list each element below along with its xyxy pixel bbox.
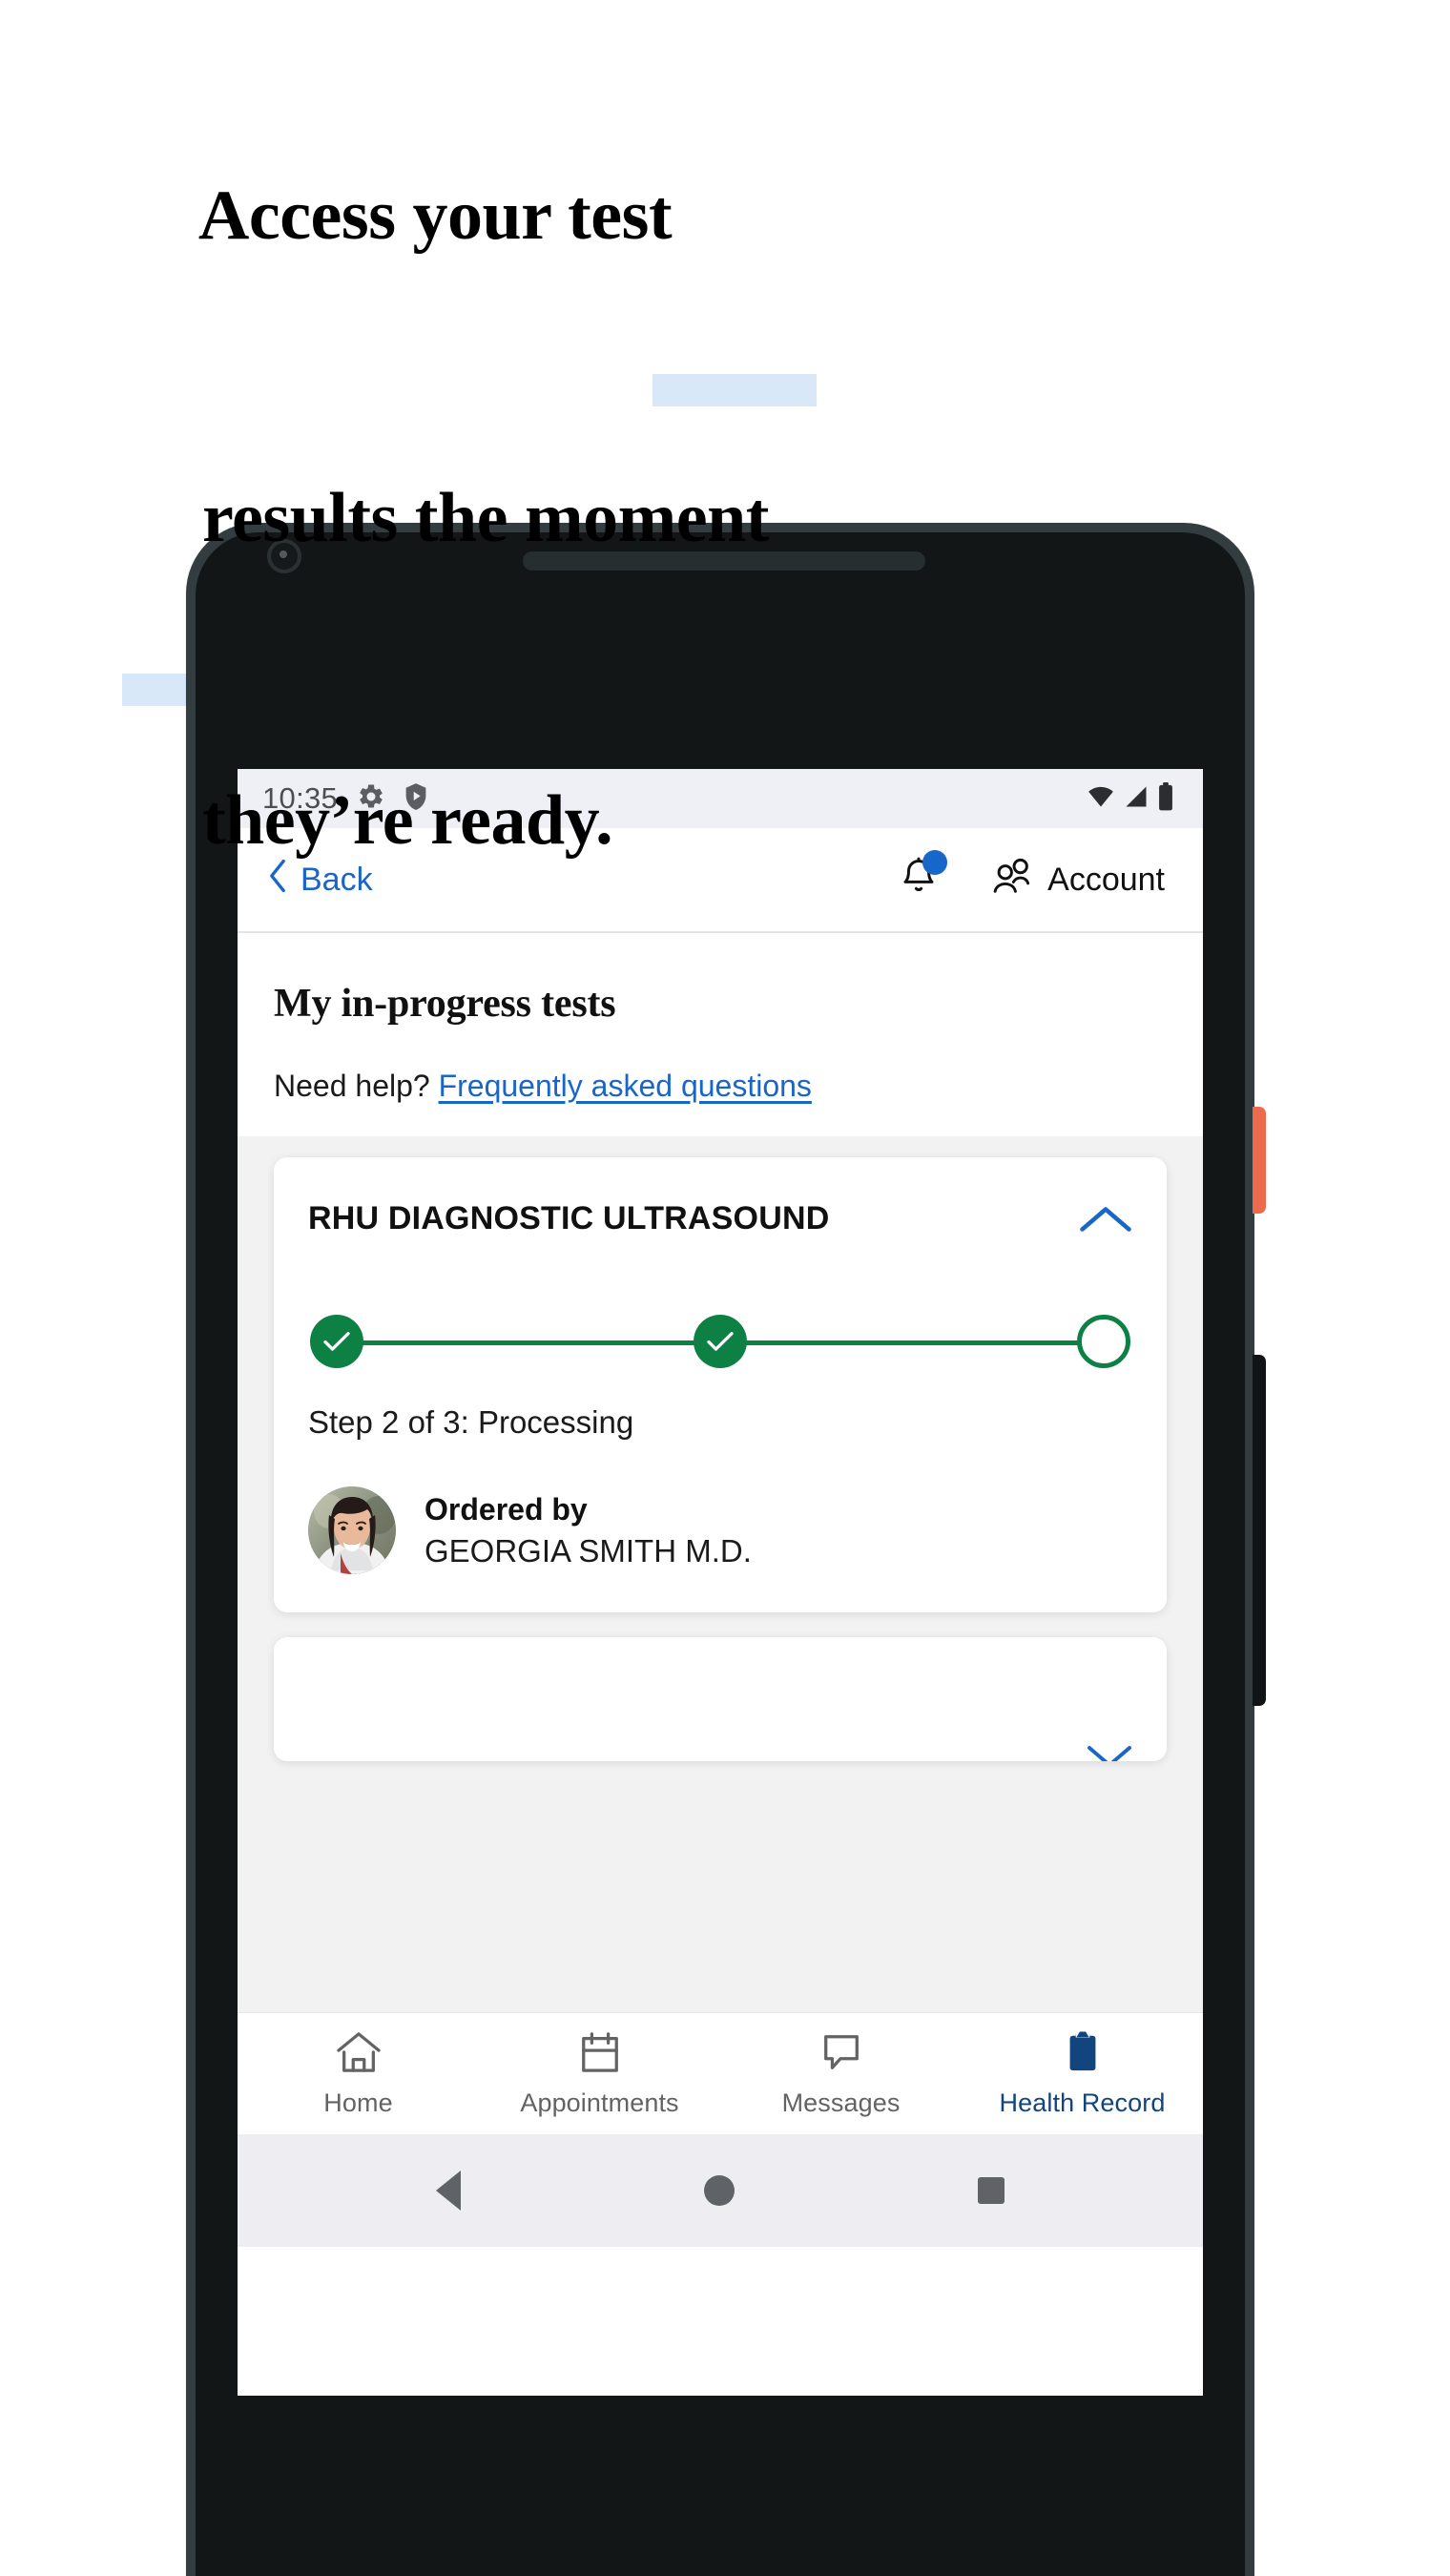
doctor-avatar [308,1486,396,1575]
message-bubble-icon [818,2030,864,2079]
tab-messages-label: Messages [781,2088,901,2117]
battery-icon [1157,781,1174,816]
headline-line-1: Access your test [197,177,673,256]
wifi-icon [1087,783,1115,815]
tab-health-record-label: Health Record [999,2088,1166,2117]
back-button-label: Back [300,861,373,898]
power-button[interactable] [1253,1107,1266,1214]
account-button[interactable]: Account [990,857,1165,904]
progress-stepper [310,1311,1130,1372]
bottom-tab-bar: Home Appointments Messages Health Record [238,2012,1203,2134]
test-card-title: RHU DIAGNOSTIC ULTRASOUND [308,1200,830,1236]
square-recents-icon[interactable] [978,2177,1005,2204]
triangle-back-icon[interactable] [435,2171,461,2211]
volume-button[interactable] [1253,1355,1266,1706]
check-icon [706,1330,735,1358]
people-icon [990,857,1036,904]
home-icon [335,2030,383,2079]
notification-badge [922,849,948,875]
need-help-text: Need help? [274,1069,439,1103]
cellular-signal-icon [1123,783,1150,815]
android-system-nav [238,2134,1203,2247]
need-help-line: Need help? Frequently asked questions [274,1069,1167,1104]
test-card[interactable]: RHU DIAGNOSTIC ULTRASOUND Step 2 of 3: P… [274,1157,1167,1613]
bell-icon [899,857,939,904]
phone-screen: 10:35 Back Account My in-progress tests … [238,769,1203,2396]
circle-home-icon[interactable] [703,2175,735,2206]
doctor-name: GEORGIA SMITH M.D. [425,1532,752,1568]
stepper-step-3 [1077,1315,1130,1369]
test-card-next[interactable] [274,1637,1167,1762]
account-button-label: Account [1047,861,1165,898]
stepper-status-label: Step 2 of 3: Processing [308,1404,634,1441]
tab-messages[interactable]: Messages [720,2030,962,2118]
test-cards-list: RHU DIAGNOSTIC ULTRASOUND Step 2 of 3: P… [238,1136,1203,1762]
section-title: My in-progress tests [274,982,616,1026]
collapse-card-button[interactable] [1079,1197,1132,1240]
clipboard-icon [1061,2030,1105,2079]
stepper-step-1 [310,1315,363,1369]
promo-screenshot: Access your test results the moment they… [0,0,1450,2576]
stepper-step-2 [694,1315,747,1369]
notifications-button[interactable] [899,849,948,904]
ordered-by-row: Ordered by GEORGIA SMITH M.D. [308,1486,1132,1575]
page-content: My in-progress tests Need help? Frequent… [238,933,1203,2247]
headline-highlight-2 [652,373,817,406]
tab-appointments[interactable]: Appointments [479,2030,720,2118]
faq-link[interactable]: Frequently asked questions [439,1069,812,1103]
chevron-left-icon [268,859,287,901]
chevron-up-icon [1079,1207,1132,1239]
tab-home-label: Home [323,2088,393,2117]
tab-home[interactable]: Home [238,2030,479,2118]
tab-health-record[interactable]: Health Record [962,2030,1203,2118]
back-button[interactable]: Back [268,859,373,901]
tab-appointments-label: Appointments [520,2088,679,2117]
ordered-by-label: Ordered by [425,1492,588,1527]
calendar-icon [577,2030,623,2079]
check-icon [322,1330,351,1358]
chevron-down-icon [1087,1743,1132,1762]
